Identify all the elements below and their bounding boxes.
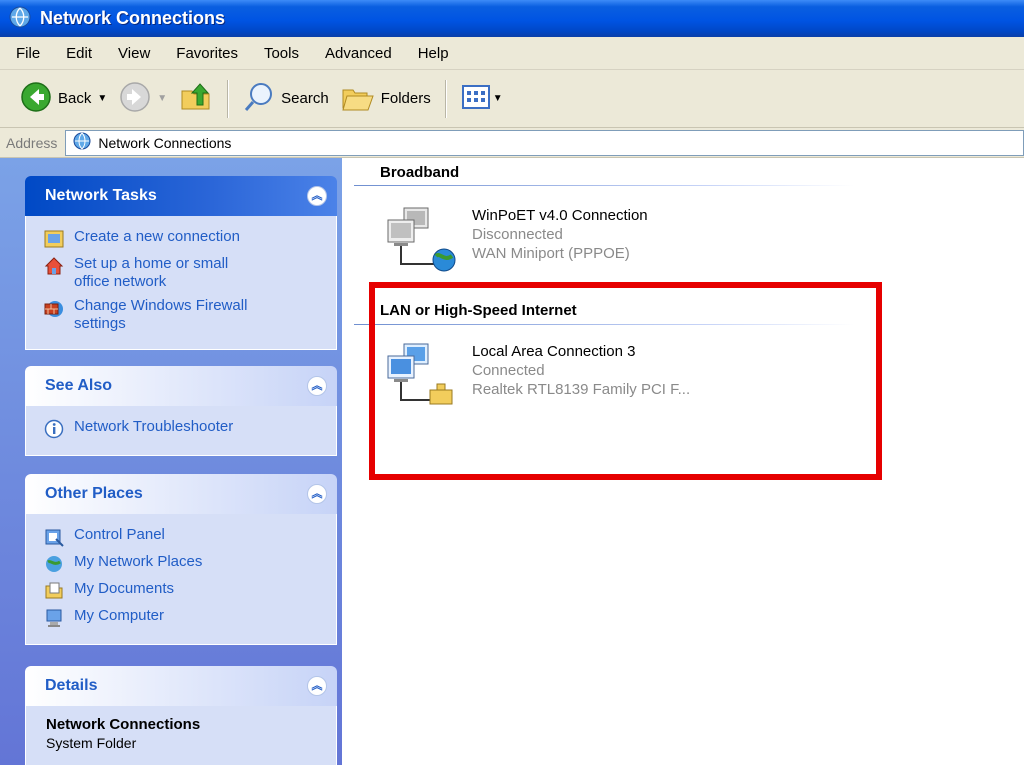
title-bar: Network Connections [0,0,1024,37]
other-places-header[interactable]: Other Places ︽ [25,474,337,514]
details-name: Network Connections [46,716,201,733]
place-control-panel[interactable]: Control Panel [44,526,336,547]
menu-view[interactable]: View [106,45,164,62]
forward-arrow-icon [119,81,151,117]
window-title: Network Connections [40,8,226,28]
other-places-body: Control Panel My Network Places My Docum… [25,514,337,645]
address-bar: Address Network Connections [0,128,1024,158]
details-panel: Details ︽ Network Connections System Fol… [25,666,337,765]
connection-text: WinPoET v4.0 Connection Disconnected WAN… [472,206,648,272]
connection-winpoet[interactable]: WinPoET v4.0 Connection Disconnected WAN… [384,206,648,272]
menu-edit[interactable]: Edit [54,45,106,62]
control-panel-icon [44,527,64,547]
see-also-title: See Also [45,377,112,394]
views-button[interactable]: ▼ [455,77,509,121]
place-label: My Network Places [74,553,203,570]
search-icon [243,81,275,117]
place-my-documents[interactable]: My Documents [44,580,336,601]
network-tasks-body: Create a new connection Set up a home or… [25,216,337,350]
back-label: Back [58,90,92,107]
views-icon [461,83,491,115]
highlight-annotation [369,282,882,480]
collapse-chevron-icon[interactable]: ︽ [307,376,327,396]
menu-advanced[interactable]: Advanced [313,45,406,62]
up-folder-button[interactable] [173,77,219,121]
collapse-chevron-icon[interactable]: ︽ [307,186,327,206]
group-divider [354,185,854,186]
place-my-computer[interactable]: My Computer [44,607,336,628]
views-dropdown-icon[interactable]: ▼ [493,93,503,104]
task-label: Change Windows Firewall settings [74,297,248,332]
toolbar: Back ▼ ▼ Search Folders ▼ [0,70,1024,128]
task-network-troubleshooter[interactable]: Network Troubleshooter [44,418,336,439]
up-folder-icon [179,81,213,117]
folders-label: Folders [380,90,431,107]
collapse-chevron-icon[interactable]: ︽ [307,676,327,696]
forward-dropdown-icon[interactable]: ▼ [157,93,167,104]
back-button[interactable]: Back ▼ [14,77,113,121]
menu-favorites[interactable]: Favorites [164,45,252,62]
details-title: Details [45,677,98,694]
menu-tools[interactable]: Tools [252,45,313,62]
see-also-body: Network Troubleshooter [25,406,337,456]
forward-button[interactable]: ▼ [113,77,173,121]
see-also-header[interactable]: See Also ︽ [25,366,337,406]
connection-name: WinPoET v4.0 Connection [472,207,648,224]
see-also-panel: See Also ︽ Network Troubleshooter [25,366,337,456]
details-header[interactable]: Details ︽ [25,666,337,706]
network-tasks-header[interactable]: Network Tasks ︽ [25,176,337,216]
place-label: My Documents [74,580,175,597]
task-label: Set up a home or small office network [74,255,229,290]
folders-icon [341,82,375,116]
search-button[interactable]: Search [237,77,335,121]
address-value: Network Connections [98,134,232,151]
info-icon [44,419,64,439]
connection-status: Disconnected [472,226,563,243]
task-pane: Network Tasks ︽ Create a new connection … [0,158,342,765]
task-label: Network Troubleshooter [74,418,234,435]
network-tasks-title: Network Tasks [45,187,157,204]
folders-button[interactable]: Folders [335,77,437,121]
group-header-broadband: Broadband [380,164,460,181]
toolbar-separator [227,79,230,118]
task-firewall[interactable]: Change Windows Firewall settings [44,297,336,333]
network-tasks-panel: Network Tasks ︽ Create a new connection … [25,176,337,350]
task-home-network[interactable]: Set up a home or small office network [44,255,336,291]
home-network-icon [44,256,64,276]
place-my-network-places[interactable]: My Network Places [44,553,336,574]
content-area: Broadband WinPoET v4.0 Connection Discon… [342,158,1024,765]
menu-bar: File Edit View Favorites Tools Advanced … [0,37,1024,70]
network-connections-icon [8,5,32,33]
computer-icon [44,608,64,628]
collapse-chevron-icon[interactable]: ︽ [307,484,327,504]
toolbar-separator [444,79,447,118]
network-places-icon [44,554,64,574]
broadband-connection-icon [384,206,460,272]
task-label: Create a new connection [74,228,240,245]
network-connections-icon [72,131,92,154]
place-label: Control Panel [74,526,165,543]
back-dropdown-icon[interactable]: ▼ [97,93,107,104]
other-places-title: Other Places [45,485,143,502]
menu-help[interactable]: Help [406,45,463,62]
other-places-panel: Other Places ︽ Control Panel My Network … [25,474,337,645]
menu-file[interactable]: File [4,45,54,62]
details-type: System Folder [46,735,137,751]
documents-icon [44,581,64,601]
details-body: Network Connections System Folder [25,706,337,765]
connection-device: WAN Miniport (PPPOE) [472,245,630,262]
task-create-new-connection[interactable]: Create a new connection [44,228,336,249]
place-label: My Computer [74,607,165,624]
search-label: Search [281,90,329,107]
back-arrow-icon [20,81,52,117]
firewall-icon [44,298,64,318]
address-field[interactable]: Network Connections [65,129,1024,156]
address-label: Address [6,134,58,151]
new-connection-icon [44,229,64,249]
